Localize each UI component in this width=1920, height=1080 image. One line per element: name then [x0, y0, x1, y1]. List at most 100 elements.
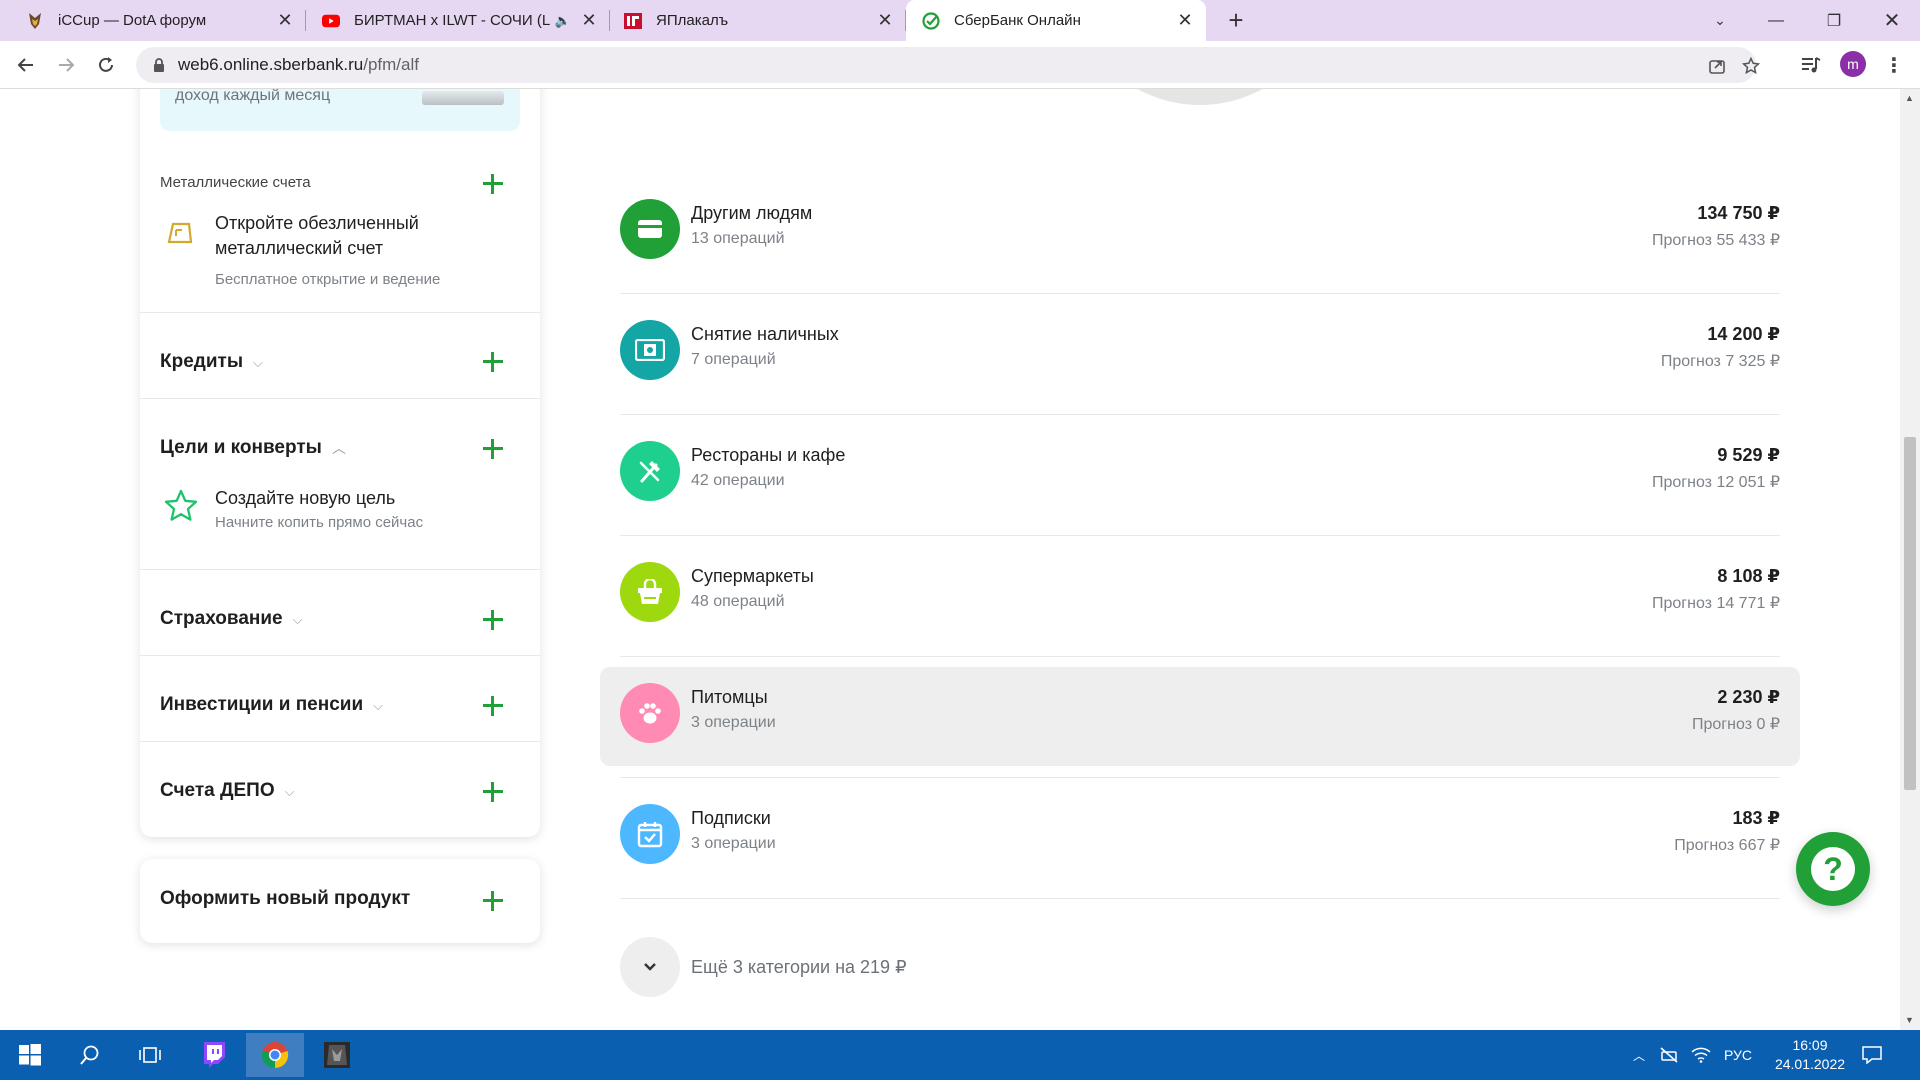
url-text: web6.online.sberbank.ru/pfm/alf	[178, 55, 419, 75]
add-credit-button[interactable]	[481, 350, 505, 374]
divider	[140, 312, 540, 313]
category-forecast: Прогноз 0 ₽	[1692, 716, 1780, 733]
close-tab-icon[interactable]: ✕	[874, 10, 896, 32]
divider	[140, 569, 540, 570]
income-promo-banner[interactable]: доход каждый месяц	[160, 89, 520, 131]
card-icon	[620, 199, 680, 259]
close-tab-icon[interactable]: ✕	[274, 10, 296, 32]
scroll-down-arrow-icon[interactable]: ▼	[1905, 1015, 1914, 1025]
open-metal-account-link[interactable]: Откройте обезличенный металлический счет	[215, 211, 515, 261]
star-icon	[164, 489, 198, 523]
minimize-button[interactable]: —	[1748, 0, 1804, 41]
category-ops: 13 операций	[691, 230, 785, 247]
category-row-pets[interactable]: Питомцы 3 операции 2 230 ₽ Прогноз 0 ₽	[600, 657, 1800, 778]
category-row-supermarkets[interactable]: Супермаркеты 48 операций 8 108 ₽ Прогноз…	[620, 536, 1780, 657]
share-icon[interactable]	[1706, 55, 1728, 77]
category-row-cash-withdrawal[interactable]: Снятие наличных 7 операций 14 200 ₽ Прог…	[620, 294, 1780, 415]
category-row-other-people[interactable]: Другим людям 13 операций 134 750 ₽ Прогн…	[620, 173, 1780, 294]
keyboard-language[interactable]: РУС	[1716, 1030, 1760, 1080]
lock-icon[interactable]	[152, 58, 166, 72]
help-chat-button[interactable]: ?	[1796, 832, 1870, 906]
chevron-down-icon: ⌵	[284, 784, 295, 799]
create-goal-link[interactable]: Создайте новую цель	[215, 486, 395, 511]
speaker-icon[interactable]: 🔈	[552, 10, 574, 32]
back-arrow-icon	[17, 58, 33, 72]
windows-start-icon[interactable]	[0, 1030, 60, 1080]
chevron-down-icon: ⌵	[373, 698, 384, 713]
tab-title: СберБанк Онлайн	[954, 12, 1081, 29]
category-name: Подписки	[691, 808, 771, 828]
category-forecast: Прогноз 667 ₽	[1674, 837, 1780, 854]
category-ops: 42 операции	[691, 472, 785, 489]
back-button[interactable]	[10, 49, 42, 81]
tab-yaplakal[interactable]: ЯПлакалъ ✕	[610, 0, 906, 41]
url-host: web6.online.sberbank.ru	[178, 55, 364, 74]
profile-avatar[interactable]: m	[1840, 51, 1866, 77]
more-categories-row[interactable]: Ещё 3 категории на 219 ₽	[620, 936, 907, 998]
question-icon: ?	[1811, 847, 1855, 891]
wifi-icon[interactable]	[1688, 1030, 1714, 1080]
insurance-section-toggle[interactable]: Страхование ⌵	[160, 608, 302, 630]
add-new-product-button[interactable]	[481, 889, 505, 913]
category-name: Супермаркеты	[691, 566, 814, 586]
goals-label: Цели и конверты	[160, 437, 322, 458]
add-insurance-button[interactable]	[481, 608, 505, 632]
menu-kebab-icon[interactable]: ⋮	[1882, 53, 1906, 77]
chevron-down-icon: ⌵	[292, 612, 303, 627]
calendar-icon	[620, 804, 680, 864]
scrollbar-thumb[interactable]	[1904, 437, 1916, 790]
tab-iccup[interactable]: iCCup — DotA форум ✕	[0, 0, 306, 41]
divider	[620, 898, 1780, 899]
category-amount: 8 108 ₽	[1717, 566, 1780, 586]
investments-section-toggle[interactable]: Инвестиции и пенсии ⌵	[160, 694, 383, 716]
depo-section-toggle[interactable]: Счета ДЕПО ⌵	[160, 780, 294, 802]
category-row-subscriptions[interactable]: Подписки 3 операции 183 ₽ Прогноз 667 ₽	[620, 778, 1780, 899]
notifications-icon[interactable]	[1858, 1030, 1886, 1080]
iccup-favicon-icon	[26, 12, 44, 30]
media-controls-icon[interactable]	[1799, 53, 1823, 77]
tab-title: БИРТМАН x ILWT - СОЧИ (L	[354, 12, 551, 29]
goals-section-toggle[interactable]: Цели и конверты ︿	[160, 437, 346, 459]
close-tab-icon[interactable]: ✕	[578, 10, 600, 32]
close-tab-icon[interactable]: ✕	[1174, 10, 1196, 32]
tab-sberbank[interactable]: СберБанк Онлайн ✕	[906, 0, 1206, 41]
system-clock[interactable]: 16:09 24.01.2022	[1765, 1036, 1855, 1074]
restore-button[interactable]: ❐	[1806, 0, 1862, 41]
tab-youtube[interactable]: БИРТМАН x ILWT - СОЧИ (L 🔈 ✕	[306, 0, 610, 41]
tab-search-icon[interactable]: ⌄	[1692, 0, 1748, 41]
new-product-card[interactable]: Оформить новый продукт	[140, 859, 540, 943]
category-name: Другим людям	[691, 203, 813, 223]
credits-section-toggle[interactable]: Кредиты ⌵	[160, 351, 263, 373]
network-disconnected-icon[interactable]	[1656, 1030, 1682, 1080]
chrome-app-icon[interactable]	[246, 1033, 304, 1077]
scroll-up-arrow-icon[interactable]: ▲	[1905, 93, 1914, 103]
new-product-label: Оформить новый продукт	[160, 888, 411, 909]
address-bar[interactable]: web6.online.sberbank.ru/pfm/alf	[136, 47, 1760, 83]
add-goal-button[interactable]	[481, 437, 505, 461]
tab-title: ЯПлакалъ	[656, 12, 729, 29]
yaplakal-favicon-icon	[624, 12, 642, 30]
twitch-app-icon[interactable]	[185, 1033, 243, 1077]
task-view-icon[interactable]	[120, 1030, 180, 1080]
tray-overflow-chevron-icon[interactable]: ︿	[1626, 1030, 1652, 1080]
add-depo-button[interactable]	[481, 780, 505, 804]
close-window-button[interactable]: ✕	[1864, 0, 1920, 41]
divider	[140, 741, 540, 742]
add-investment-button[interactable]	[481, 694, 505, 718]
cash-icon	[620, 320, 680, 380]
category-row-restaurants[interactable]: Рестораны и кафе 42 операции 9 529 ₽ Про…	[620, 415, 1780, 536]
browser-toolbar: web6.online.sberbank.ru/pfm/alf m ⋮	[0, 41, 1920, 89]
reload-icon	[99, 57, 113, 72]
category-name: Питомцы	[691, 687, 768, 707]
url-path: /pfm/alf	[363, 55, 419, 74]
search-icon[interactable]	[60, 1030, 120, 1080]
new-tab-button[interactable]: +	[1221, 5, 1251, 35]
page-scrollbar[interactable]: ▲ ▼	[1900, 89, 1920, 1030]
add-metal-account-button[interactable]	[481, 172, 505, 196]
reload-button[interactable]	[90, 49, 122, 81]
game-app-icon[interactable]	[308, 1033, 366, 1077]
expand-more-button[interactable]	[620, 937, 680, 997]
forward-button[interactable]	[50, 49, 82, 81]
windows-taskbar: ︿ РУС 16:09 24.01.2022	[0, 1030, 1920, 1080]
bookmark-star-icon[interactable]	[1740, 55, 1762, 77]
